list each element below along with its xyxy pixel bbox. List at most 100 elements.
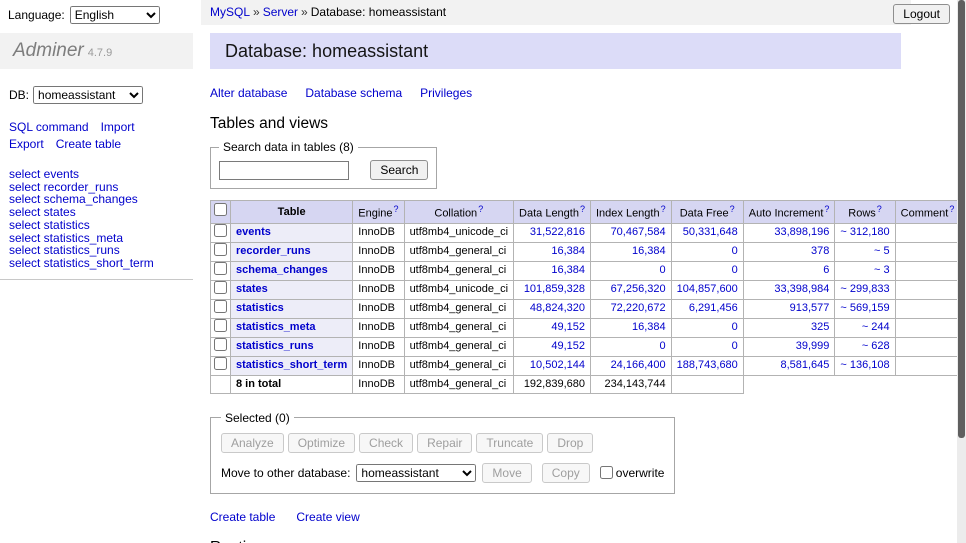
link-sql-command[interactable]: SQL command <box>9 120 89 134</box>
auto-increment-link[interactable]: 913,577 <box>790 302 830 314</box>
select-all-checkbox[interactable] <box>214 203 227 216</box>
copy-button[interactable]: Copy <box>542 463 590 483</box>
data-free-link[interactable]: 0 <box>732 340 738 352</box>
column-header-collation: Collation? <box>404 201 513 224</box>
rows-count-link[interactable]: ~ 5 <box>874 245 890 257</box>
data-length-link[interactable]: 49,152 <box>551 321 585 333</box>
data-free-link[interactable]: 188,743,680 <box>677 359 738 371</box>
rows-count-link[interactable]: ~ 299,833 <box>840 283 889 295</box>
auto-increment-link[interactable]: 8,581,645 <box>780 359 829 371</box>
rows-count-link[interactable]: ~ 3 <box>874 264 890 276</box>
index-length-link[interactable]: 0 <box>660 340 666 352</box>
column-help-link[interactable]: ? <box>824 204 829 214</box>
row-checkbox-statistics[interactable] <box>214 300 227 313</box>
truncate-button[interactable]: Truncate <box>476 433 543 453</box>
link-alter-database[interactable]: Alter database <box>210 86 287 100</box>
index-length-link[interactable]: 0 <box>660 264 666 276</box>
drop-button[interactable]: Drop <box>547 433 593 453</box>
data-length-link[interactable]: 16,384 <box>551 245 585 257</box>
auto-increment-link[interactable]: 33,398,984 <box>774 283 829 295</box>
auto-increment-link[interactable]: 325 <box>811 321 829 333</box>
data-length-link[interactable]: 10,502,144 <box>530 359 585 371</box>
search-input[interactable] <box>219 161 349 180</box>
rows-count-link[interactable]: ~ 244 <box>862 321 890 333</box>
auto-increment-link[interactable]: 378 <box>811 245 829 257</box>
column-help-link[interactable]: ? <box>394 204 399 214</box>
column-help-link[interactable]: ? <box>580 204 585 214</box>
link-select-statistics[interactable]: select statistics <box>9 219 193 232</box>
analyze-button[interactable]: Analyze <box>221 433 284 453</box>
column-help-link[interactable]: ? <box>877 204 882 214</box>
repair-button[interactable]: Repair <box>417 433 472 453</box>
column-help-link[interactable]: ? <box>949 204 954 214</box>
column-help-link[interactable]: ? <box>661 204 666 214</box>
row-checkbox-schema-changes[interactable] <box>214 262 227 275</box>
language-select[interactable]: English <box>70 6 160 24</box>
search-button[interactable]: Search <box>370 160 428 180</box>
data-free-link[interactable]: 6,291,456 <box>689 302 738 314</box>
table-link-states[interactable]: states <box>236 283 268 295</box>
row-checkbox-states[interactable] <box>214 281 227 294</box>
link-select-states[interactable]: select states <box>9 206 193 219</box>
row-checkbox-recorder-runs[interactable] <box>214 243 227 256</box>
data-free-link[interactable]: 0 <box>732 321 738 333</box>
table-link-statistics-short-term[interactable]: statistics_short_term <box>236 359 347 371</box>
index-length-link[interactable]: 67,256,320 <box>611 283 666 295</box>
rows-count-link[interactable]: ~ 569,159 <box>840 302 889 314</box>
table-link-schema-changes[interactable]: schema_changes <box>236 264 328 276</box>
table-link-statistics-meta[interactable]: statistics_meta <box>236 321 316 333</box>
link-import[interactable]: Import <box>101 120 135 134</box>
index-length-link[interactable]: 72,220,672 <box>611 302 666 314</box>
row-checkbox-statistics-runs[interactable] <box>214 338 227 351</box>
column-help-link[interactable]: ? <box>730 204 735 214</box>
data-free-link[interactable]: 104,857,600 <box>677 283 738 295</box>
breadcrumb-server-link[interactable]: Server <box>263 5 298 19</box>
row-checkbox-events[interactable] <box>214 224 227 237</box>
move-button[interactable]: Move <box>482 463 531 483</box>
link-select-events[interactable]: select events <box>9 168 193 181</box>
data-length-link[interactable]: 48,824,320 <box>530 302 585 314</box>
link-privileges[interactable]: Privileges <box>420 86 472 100</box>
data-length-link[interactable]: 49,152 <box>551 340 585 352</box>
row-checkbox-statistics-meta[interactable] <box>214 319 227 332</box>
data-length-link[interactable]: 31,522,816 <box>530 226 585 238</box>
rows-count-link[interactable]: ~ 312,180 <box>840 226 889 238</box>
scrollbar-thumb[interactable] <box>958 0 965 438</box>
logout-button[interactable]: Logout <box>893 4 950 24</box>
move-db-select[interactable]: homeassistant <box>356 464 476 482</box>
optimize-button[interactable]: Optimize <box>288 433 355 453</box>
scrollbar[interactable] <box>957 0 966 543</box>
auto-increment-link[interactable]: 6 <box>823 264 829 276</box>
link-export[interactable]: Export <box>9 137 44 151</box>
column-help-link[interactable]: ? <box>478 204 483 214</box>
data-length-link[interactable]: 101,859,328 <box>524 283 585 295</box>
index-length-link[interactable]: 16,384 <box>632 245 666 257</box>
page-title: Database: homeassistant <box>210 33 901 69</box>
adminer-logo[interactable]: Adminer <box>13 40 84 61</box>
data-length-link[interactable]: 16,384 <box>551 264 585 276</box>
table-link-recorder-runs[interactable]: recorder_runs <box>236 245 311 257</box>
overwrite-checkbox[interactable] <box>600 466 613 479</box>
data-free-link[interactable]: 0 <box>732 264 738 276</box>
link-create-table[interactable]: Create table <box>210 510 275 524</box>
db-select[interactable]: homeassistant <box>33 86 143 104</box>
data-free-link[interactable]: 0 <box>732 245 738 257</box>
index-length-link[interactable]: 24,166,400 <box>611 359 666 371</box>
link-create-table[interactable]: Create table <box>56 137 121 151</box>
index-length-link[interactable]: 70,467,584 <box>611 226 666 238</box>
data-free-link[interactable]: 50,331,648 <box>683 226 738 238</box>
table-link-statistics[interactable]: statistics <box>236 302 284 314</box>
row-checkbox-statistics-short-term[interactable] <box>214 357 227 370</box>
check-button[interactable]: Check <box>359 433 413 453</box>
link-create-view[interactable]: Create view <box>296 510 359 524</box>
auto-increment-link[interactable]: 39,999 <box>796 340 830 352</box>
index-length-link[interactable]: 16,384 <box>632 321 666 333</box>
table-link-statistics-runs[interactable]: statistics_runs <box>236 340 314 352</box>
breadcrumb-mysql-link[interactable]: MySQL <box>210 5 250 19</box>
link-database-schema[interactable]: Database schema <box>305 86 402 100</box>
auto-increment-link[interactable]: 33,898,196 <box>774 226 829 238</box>
link-select-statistics-short-term[interactable]: select statistics_short_term <box>9 257 193 270</box>
table-link-events[interactable]: events <box>236 226 271 238</box>
rows-count-link[interactable]: ~ 628 <box>862 340 890 352</box>
rows-count-link[interactable]: ~ 136,108 <box>840 359 889 371</box>
